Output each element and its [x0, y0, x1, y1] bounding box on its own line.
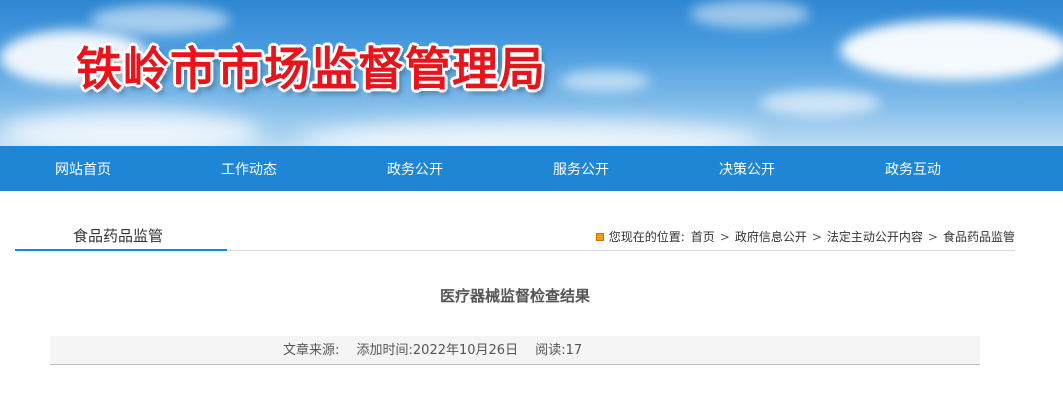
breadcrumb-separator: > — [927, 229, 938, 244]
cloud-decoration — [760, 90, 880, 116]
breadcrumb-gov-info[interactable]: 政府信息公开 — [735, 228, 807, 245]
cloud-decoration — [840, 20, 1063, 80]
article-source: 文章来源: — [283, 343, 340, 358]
nav-item-work-news[interactable]: 工作动态 — [166, 159, 332, 179]
nav-item-decisions[interactable]: 决策公开 — [664, 159, 830, 179]
cloud-decoration — [690, 0, 810, 28]
section-tab[interactable]: 食品药品监管 — [15, 225, 227, 251]
section-header: 食品药品监管 您现在的位置: 首页 > 政府信息公开 > 法定主动公开内容 > … — [15, 225, 1015, 251]
cloud-decoration — [90, 5, 230, 35]
article-read-count: 阅读:17 — [535, 343, 583, 358]
breadcrumb-food-drug[interactable]: 食品药品监管 — [943, 228, 1015, 245]
nav-item-home[interactable]: 网站首页 — [0, 159, 166, 179]
nav-item-interaction[interactable]: 政务互动 — [830, 159, 996, 179]
breadcrumb-separator: > — [811, 229, 822, 244]
location-icon — [595, 232, 604, 241]
nav-item-government-affairs[interactable]: 政务公开 — [332, 159, 498, 179]
cloud-decoration — [300, 120, 760, 146]
main-nav: 网站首页 工作动态 政务公开 服务公开 决策公开 政务互动 — [0, 146, 1063, 191]
breadcrumb-prefix: 您现在的位置: — [608, 230, 685, 244]
breadcrumb-separator: > — [719, 229, 730, 244]
breadcrumb-public-content[interactable]: 法定主动公开内容 — [827, 228, 923, 245]
nav-item-service[interactable]: 服务公开 — [498, 159, 664, 179]
cloud-decoration — [560, 70, 650, 92]
article-title: 医疗器械监督检查结果 — [439, 287, 590, 305]
breadcrumb: 您现在的位置: 首页 > 政府信息公开 > 法定主动公开内容 > 食品药品监管 — [595, 228, 1015, 245]
site-title: 铁岭市市场监督管理局 — [76, 42, 546, 96]
site-banner: 铁岭市市场监督管理局 — [0, 0, 1063, 146]
cloud-decoration — [0, 110, 260, 146]
article-meta: 文章来源: 添加时间:2022年10月26日 阅读:17 — [50, 336, 980, 365]
article-date: 添加时间:2022年10月26日 — [356, 343, 519, 358]
breadcrumb-home[interactable]: 首页 — [691, 228, 715, 245]
